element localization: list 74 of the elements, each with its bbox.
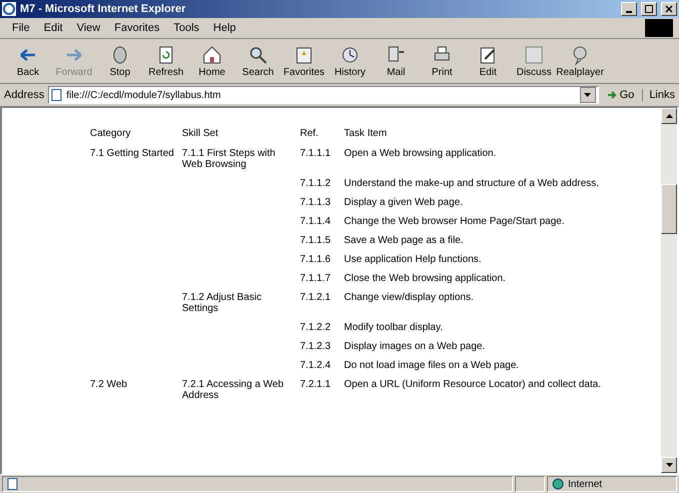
toolbar-button[interactable]: Search <box>236 42 280 80</box>
table-cell: 7.1.1.3 <box>300 197 331 208</box>
menu-item[interactable]: File <box>6 20 36 36</box>
table-cell: 7.1.2.3 <box>300 341 331 352</box>
globe-icon <box>552 478 564 490</box>
table-cell: 7.1.2.1 <box>300 292 331 303</box>
dropdown-icon <box>580 87 596 103</box>
column-header: Skill Set <box>182 128 220 141</box>
window-title: M7 - Microsoft Internet Explorer <box>20 3 187 15</box>
table-cell: Modify toolbar display. <box>344 322 443 333</box>
maximize-icon <box>645 5 653 13</box>
toolbar-button[interactable]: Refresh <box>144 42 188 80</box>
table-cell: 7.1.1 First Steps with Web Browsing <box>182 148 276 170</box>
menu-item[interactable]: View <box>70 20 106 36</box>
address-bar[interactable]: file:///C:/ecdl/module7/syllabus.htm <box>48 86 599 104</box>
arrow-icon <box>606 90 617 100</box>
table-cell: 7.1.2.2 <box>300 322 331 333</box>
browser-icon <box>2 2 16 16</box>
scrollbar[interactable] <box>661 108 677 473</box>
toolbar-button[interactable]: Stop <box>98 42 142 80</box>
links-button[interactable]: Links <box>642 89 675 101</box>
menu-item[interactable]: Favorites <box>108 20 166 36</box>
home-icon <box>201 44 223 66</box>
table-cell: 7.1.1.2 <box>300 178 331 189</box>
scroll-down-icon[interactable] <box>661 457 677 473</box>
toolbar-button[interactable]: Print <box>420 42 464 80</box>
address-label: Address <box>4 89 44 101</box>
menu-item[interactable]: Edit <box>38 20 69 36</box>
toolbar-button[interactable]: Realplayer <box>558 42 602 80</box>
toolbar-button[interactable]: History <box>328 42 372 80</box>
table-cell: Display images on a Web page. <box>344 341 486 352</box>
menu-item[interactable]: Help <box>207 20 242 36</box>
table-cell: 7.1.1.7 <box>300 273 331 284</box>
table-cell: Open a URL (Uniform Resource Locator) and collect data. <box>344 379 601 390</box>
table-cell: Do not load image files on a Web page. <box>344 360 519 371</box>
close-icon <box>665 5 673 13</box>
close-button[interactable] <box>661 2 677 16</box>
address-field[interactable]: file:///C:/ecdl/module7/syllabus.htm <box>66 90 577 100</box>
column-header: Ref. <box>300 128 344 148</box>
table-cell: 7.1.1.5 <box>300 235 331 246</box>
column-header: Category <box>90 128 132 141</box>
table-cell: Open a Web browsing application. <box>344 148 496 159</box>
table-cell: 7.2.1.1 <box>300 379 331 390</box>
table-cell: Save a Web page as a file. <box>344 235 464 246</box>
page-icon <box>7 478 19 490</box>
table-cell: 7.1.1.4 <box>300 216 331 227</box>
toolbar-button[interactable]: Favorites <box>282 42 326 80</box>
toolbar-button[interactable]: Discuss <box>512 42 556 80</box>
table-cell: 7.1.2 Adjust Basic Settings <box>182 292 262 314</box>
toolbar-button[interactable]: Home <box>190 42 234 80</box>
zone-label: Internet <box>568 478 602 490</box>
toolbar-button[interactable]: Mail <box>374 42 418 80</box>
table-cell: 7.2.1 Accessing a Web Address <box>182 379 284 401</box>
menu-item[interactable]: Tools <box>168 20 206 36</box>
minimize-button[interactable] <box>621 2 637 16</box>
table-cell: Understand the make-up and structure of a Web address. <box>344 178 599 189</box>
column-header: Task Item <box>344 128 388 141</box>
table-cell: 7.1.1.1 <box>300 148 331 159</box>
table-cell: 7.1.1.6 <box>300 254 331 265</box>
toolbar-button[interactable]: Edit <box>466 42 510 80</box>
table-cell: Change the Web browser Home Page/Start page. <box>344 216 564 227</box>
scroll-thumb[interactable] <box>661 184 677 234</box>
table-cell: 7.2 Web <box>90 379 128 390</box>
table-cell: Close the Web browsing application. <box>344 273 506 284</box>
toolbar-button[interactable]: Back <box>6 42 50 80</box>
table-cell: 7.1.2.4 <box>300 360 331 371</box>
go-button[interactable]: Go <box>602 89 638 101</box>
table-cell: Change view/display options. <box>344 292 474 303</box>
table-cell: Display a given Web page. <box>344 197 463 208</box>
page-icon <box>51 89 64 101</box>
table-cell: Use application Help functions. <box>344 254 482 265</box>
table-cell: 7.1 Getting Started <box>90 148 174 159</box>
maximize-button[interactable] <box>641 2 657 16</box>
scroll-up-icon[interactable] <box>661 108 677 124</box>
